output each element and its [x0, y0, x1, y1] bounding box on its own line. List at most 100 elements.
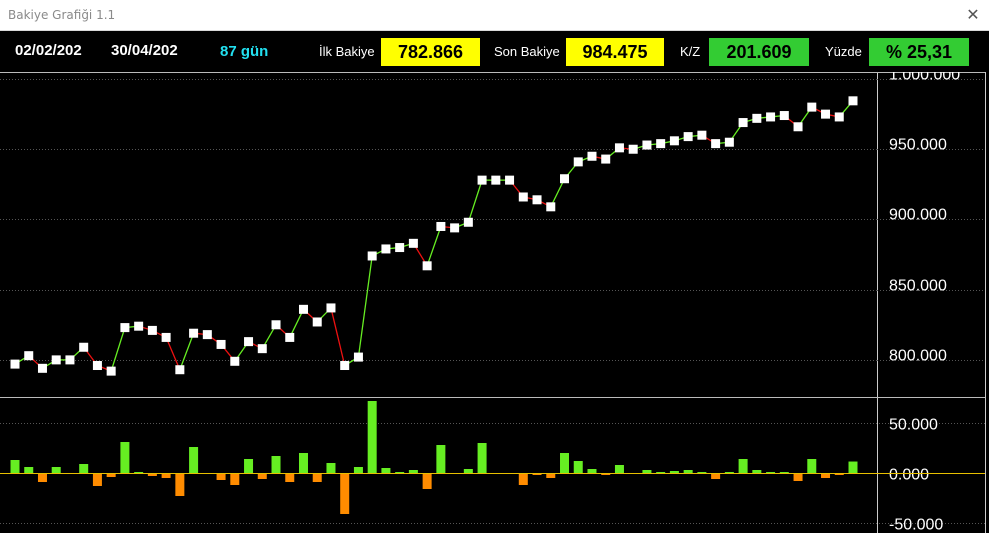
balance-point	[161, 332, 171, 342]
up-segment	[110, 327, 126, 372]
balance-point	[711, 139, 721, 149]
balance-point	[106, 366, 116, 376]
balance-point	[848, 96, 858, 106]
y-tick-label: 900.000	[889, 207, 947, 224]
balance-point	[436, 221, 446, 231]
change-bar	[367, 401, 377, 473]
change-bar	[353, 467, 363, 473]
change-bar	[340, 473, 350, 514]
change-bar	[120, 442, 130, 473]
change-bar	[642, 470, 652, 473]
close-icon[interactable]: ✕	[961, 3, 985, 27]
profit-loss-label: K/Z	[680, 44, 701, 59]
change-bar	[752, 470, 762, 473]
balance-point	[793, 122, 803, 132]
balance-point	[422, 261, 432, 271]
balance-point	[271, 320, 281, 330]
balance-point	[175, 365, 185, 375]
balance-point	[724, 137, 734, 147]
balance-point	[134, 321, 144, 331]
change-bar	[326, 463, 336, 473]
y-tick-label: 850.000	[889, 278, 947, 295]
up-segment	[357, 255, 373, 358]
change-bar	[573, 461, 583, 473]
change-bar	[298, 453, 308, 473]
change-bar	[175, 473, 185, 496]
balance-point	[257, 344, 267, 354]
down-segment	[330, 307, 346, 366]
start-date: 02/02/202	[15, 42, 82, 59]
change-bar	[766, 472, 776, 473]
percent-value: % 25,31	[869, 38, 969, 66]
final-balance-label: Son Bakiye	[494, 44, 560, 59]
change-bar	[24, 467, 34, 473]
title-bar: Bakiye Grafiği 1.1 ✕	[0, 0, 989, 31]
change-bar	[285, 473, 295, 482]
balance-point	[189, 328, 199, 338]
balance-point	[642, 140, 652, 150]
change-bar	[848, 461, 858, 473]
balance-point	[766, 112, 776, 122]
change-bar	[244, 459, 254, 473]
balance-point	[477, 175, 487, 185]
balance-point	[807, 102, 817, 112]
balance-point	[601, 154, 611, 164]
balance-point	[285, 332, 295, 342]
change-bar	[697, 472, 707, 473]
balance-chart: 1.000.000 950.000 900.000 850.000 800.000 50.…	[0, 72, 986, 533]
balance-point	[505, 175, 515, 185]
balance-point	[656, 139, 666, 149]
y-tick-label: 800.000	[889, 348, 947, 365]
y-tick-label: 0.000	[889, 467, 929, 484]
balance-point	[24, 351, 34, 361]
window-title: Bakiye Grafiği 1.1	[8, 8, 116, 22]
balance-point	[37, 363, 47, 373]
balance-point	[738, 118, 748, 128]
y-tick-label: -50.000	[889, 517, 943, 533]
balance-point	[821, 109, 831, 119]
balance-point	[202, 330, 212, 340]
up-segment	[467, 179, 483, 223]
change-bar	[614, 465, 624, 473]
change-bar	[560, 453, 570, 473]
down-segment	[165, 337, 181, 370]
change-bar	[381, 468, 391, 473]
final-balance-value: 984.475	[566, 38, 664, 66]
balance-point	[532, 195, 542, 205]
change-bar	[312, 473, 322, 482]
balance-point	[298, 304, 308, 314]
balance-point	[408, 238, 418, 248]
profit-loss-value: 201.609	[709, 38, 809, 66]
change-bar	[669, 471, 679, 473]
balance-point	[752, 113, 762, 123]
balance-point	[779, 111, 789, 121]
change-bar	[463, 469, 473, 473]
y-tick-label: 50.000	[889, 417, 938, 434]
balance-point	[697, 130, 707, 140]
change-bar	[79, 464, 89, 473]
up-segment	[426, 226, 442, 267]
balance-point	[147, 325, 157, 335]
change-bar	[738, 459, 748, 473]
balance-point	[683, 132, 693, 142]
balance-point	[216, 339, 226, 349]
balance-point	[395, 243, 405, 253]
balance-point	[463, 217, 473, 227]
balance-point	[51, 355, 61, 365]
balance-point	[92, 361, 102, 371]
balance-point	[230, 356, 240, 366]
balance-point	[450, 223, 460, 233]
balance-point	[628, 144, 638, 154]
balance-point	[79, 342, 89, 352]
balance-point	[614, 143, 624, 153]
balance-point	[340, 361, 350, 371]
change-bar	[587, 469, 597, 473]
balance-point	[587, 151, 597, 161]
balance-point	[546, 202, 556, 212]
summary-bar: 02/02/202 30/04/202 87 gün İlk Bakiye 78…	[0, 31, 989, 72]
change-bar	[395, 472, 405, 473]
change-bar	[656, 472, 666, 473]
initial-balance-label: İlk Bakiye	[319, 44, 375, 59]
balance-point	[10, 359, 20, 369]
change-bar	[134, 472, 144, 473]
